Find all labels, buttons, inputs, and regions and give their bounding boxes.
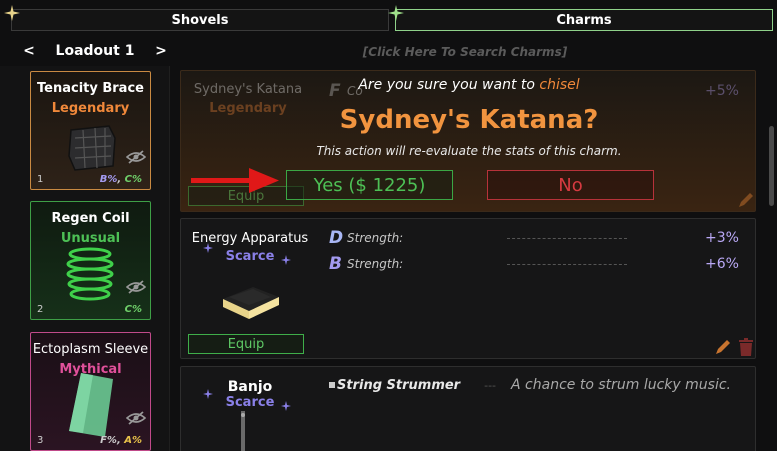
stat-tag-separator: , — [117, 174, 125, 185]
loadout-title: Loadout 1 — [55, 43, 135, 59]
ability-bullet — [329, 382, 335, 388]
pencil-icon[interactable] — [737, 191, 755, 209]
energy-apparatus-image — [223, 287, 279, 319]
slot-number: 1 — [37, 174, 44, 185]
ability-description: A chance to strum lucky music. — [511, 377, 731, 393]
chisel-confirm-prompt: Are you sure you want to chisel — [181, 77, 757, 93]
stat-tags: F%, A% — [100, 435, 142, 446]
tab-charms-label: Charms — [556, 12, 612, 28]
loadout-next-button[interactable]: > — [152, 43, 170, 59]
brace-charm-image — [68, 125, 116, 171]
hidden-eye-icon[interactable] — [126, 279, 146, 295]
sparkle-icon — [281, 255, 291, 265]
equipped-charm-card[interactable]: Regen Coil Unusual 2 C% — [30, 201, 151, 320]
equipped-charm-card[interactable]: Ectoplasm Sleeve Mythical 3 F%, A% — [30, 332, 151, 451]
stat-grade: D — [329, 228, 344, 248]
sparkle-icon — [203, 243, 213, 253]
sparkle-icon — [388, 5, 404, 21]
slot-number: 3 — [37, 435, 44, 446]
charm-ability: String Strummer --- A chance to strum lu… — [329, 375, 749, 395]
ability-separator: --- — [484, 378, 497, 392]
sparkle-icon — [203, 389, 213, 399]
coil-charm-image — [66, 247, 114, 301]
stat-value: +6% — [705, 256, 739, 272]
stat-divider — [507, 237, 627, 239]
stat-tags: C% — [125, 304, 142, 315]
confirm-yes-button[interactable]: Yes ($ 1225) — [286, 170, 453, 200]
action-keyword: chisel — [539, 77, 580, 93]
equipped-charm-card[interactable]: Tenacity Brace Legendary 1 B%, C% — [30, 71, 151, 190]
chisel-target-name: Sydney's Katana? — [339, 105, 599, 135]
stat-tag: F% — [100, 435, 117, 446]
stat-tag: C% — [124, 304, 142, 315]
hidden-eye-icon[interactable] — [126, 149, 146, 165]
stat-divider — [507, 263, 627, 265]
equip-button[interactable]: Equip — [188, 334, 304, 354]
charm-stat: B Strength: +6% — [329, 254, 749, 274]
charm-inventory-list: Sydney's Katana Legendary F Co +5% Equip… — [180, 70, 758, 451]
stat-label: Strength: — [347, 231, 404, 245]
sparkle-icon — [4, 5, 20, 21]
stat-tag: B% — [99, 174, 118, 185]
trash-icon[interactable] — [738, 338, 754, 356]
loadout-prev-button[interactable]: < — [20, 43, 38, 59]
scrollbar-thumb[interactable] — [769, 126, 774, 206]
sleeve-charm-image — [69, 373, 113, 437]
prompt-text: Are you sure you want to — [358, 77, 535, 93]
charm-row-energy-apparatus: Energy Apparatus Scarce D Strength: +3% … — [180, 218, 756, 359]
charm-stat: D Strength: +3% — [329, 228, 749, 248]
tab-shovels[interactable]: Shovels — [11, 9, 389, 31]
charm-name: Tenacity Brace — [37, 81, 144, 96]
stat-grade: B — [329, 254, 342, 274]
sparkle-icon — [281, 401, 291, 411]
banjo-image — [241, 411, 245, 451]
loadout-selector: < Loadout 1 > — [20, 41, 170, 61]
charm-rarity: Legendary — [51, 101, 130, 116]
stat-tag: A% — [124, 435, 142, 446]
stat-value: +3% — [705, 230, 739, 246]
charm-row-banjo: Banjo Scarce String Strummer --- A chanc… — [180, 366, 756, 451]
ability-name: String Strummer — [337, 377, 461, 393]
chisel-warning-note: This action will re-evaluate the stats o… — [316, 144, 622, 158]
confirm-no-button[interactable]: No — [487, 170, 654, 200]
red-arrow-annotation — [191, 168, 279, 193]
stat-label: Strength: — [347, 257, 404, 271]
pencil-icon[interactable] — [714, 338, 732, 356]
hidden-eye-icon[interactable] — [126, 410, 146, 426]
tab-shovels-label: Shovels — [171, 12, 229, 28]
tab-charms[interactable]: Charms — [395, 9, 773, 31]
charm-name: Regen Coil — [51, 211, 130, 226]
slot-number: 2 — [37, 304, 44, 315]
stat-tag: C% — [124, 174, 142, 185]
stat-tags: B%, C% — [100, 174, 142, 185]
charm-search-input[interactable]: [Click Here To Search Charms] — [185, 41, 745, 63]
charm-name: Ectoplasm Sleeve — [32, 342, 149, 357]
